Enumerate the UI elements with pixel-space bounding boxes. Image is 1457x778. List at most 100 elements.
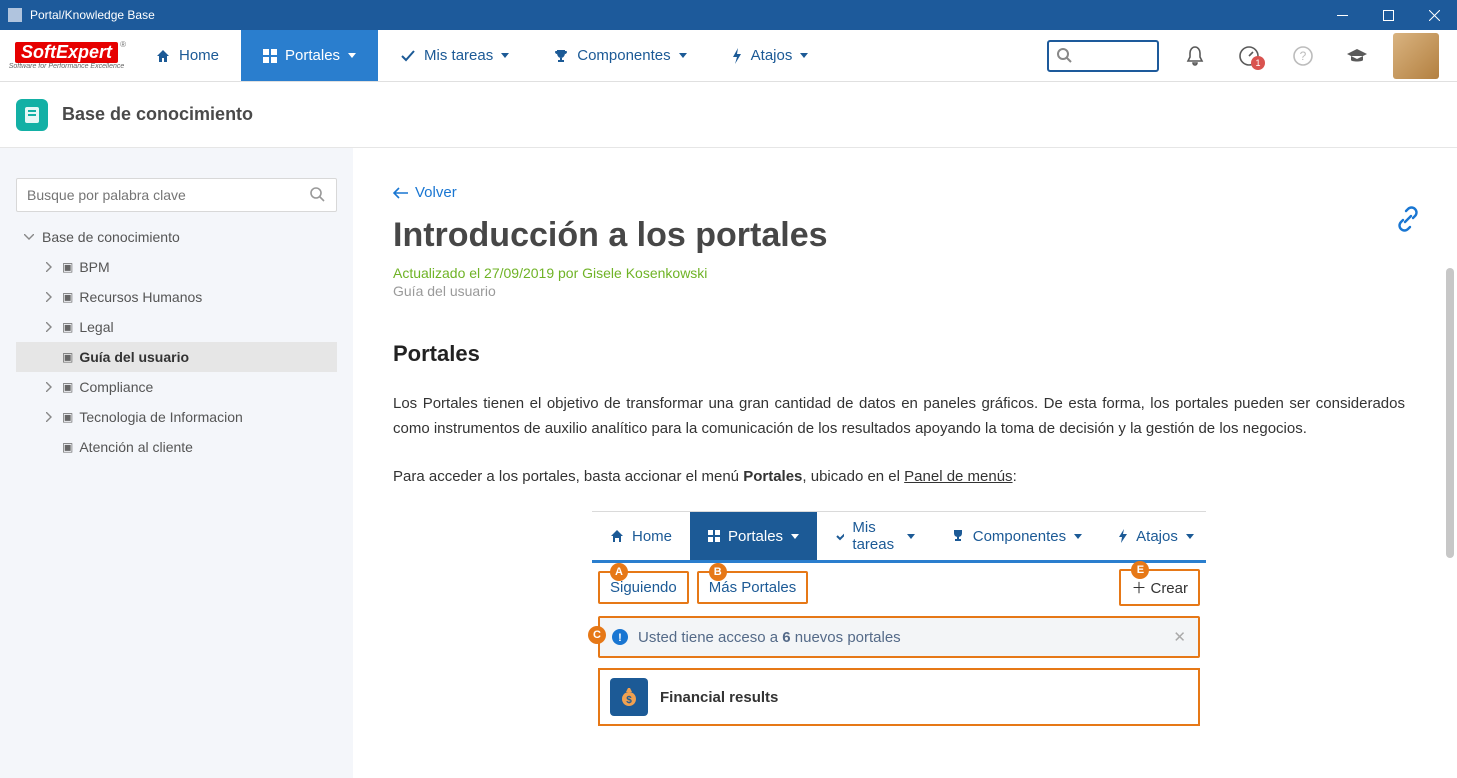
scrollbar-thumb[interactable]	[1446, 268, 1454, 558]
check-icon	[835, 530, 844, 542]
top-navigation: SoftExpert Software for Performance Exce…	[0, 30, 1457, 82]
academy-button[interactable]	[1339, 38, 1375, 74]
maximize-button[interactable]	[1365, 0, 1411, 30]
tree-item-guia-del-usuario[interactable]: ▣ Guía del usuario	[16, 342, 337, 372]
folder-icon: ▣	[62, 380, 73, 394]
titlebar-left: Portal/Knowledge Base	[8, 8, 155, 22]
app-icon	[8, 8, 22, 22]
nav-label: Componentes	[577, 47, 670, 64]
page-header: Base de conocimiento	[0, 82, 1457, 148]
nav-label: Home	[179, 47, 219, 64]
section-heading: Portales	[393, 341, 1405, 367]
timer-button[interactable]: 1	[1231, 38, 1267, 74]
emb-nav-atajos: Atajos	[1100, 512, 1212, 560]
tree-root-label: Base de conocimiento	[42, 229, 180, 245]
emb-tab-mas-portales: B Más Portales	[697, 571, 809, 604]
folder-icon: ▣	[62, 350, 73, 364]
callout-e: E	[1131, 561, 1149, 579]
graduation-icon	[1345, 47, 1369, 65]
tree-item-bpm[interactable]: ▣ BPM	[16, 252, 337, 282]
emb-tab-crear: E ＋Crear	[1119, 569, 1200, 606]
embedded-tabs: A Siguiendo B Más Portales E ＋Crear	[598, 569, 1200, 606]
notice-text: Usted tiene acceso a 6 nuevos portales	[638, 629, 901, 646]
window-controls	[1319, 0, 1457, 30]
close-button[interactable]	[1411, 0, 1457, 30]
sidebar-search-input[interactable]	[27, 187, 310, 203]
tree-item-recursos-humanos[interactable]: ▣ Recursos Humanos	[16, 282, 337, 312]
global-search[interactable]	[1047, 40, 1159, 72]
tree-item-label: BPM	[79, 259, 109, 275]
grid-icon	[263, 49, 277, 63]
close-icon: ✕	[1173, 628, 1186, 646]
caret-icon	[1074, 534, 1082, 539]
nav-home[interactable]: Home	[133, 30, 241, 81]
article-paragraph-1: Los Portales tienen el objetivo de trans…	[393, 391, 1405, 442]
sidebar-search[interactable]	[16, 178, 337, 212]
tree-item-atencion-cliente[interactable]: ▣ Atención al cliente	[16, 432, 337, 462]
help-button[interactable]: ?	[1285, 38, 1321, 74]
logo-subtitle: Software for Performance Excellence	[9, 63, 125, 70]
tree-item-legal[interactable]: ▣ Legal	[16, 312, 337, 342]
emb-tab-siguiendo: A Siguiendo	[598, 571, 689, 604]
nav-componentes[interactable]: Componentes	[531, 30, 708, 81]
tree-item-label: Guía del usuario	[79, 349, 189, 365]
user-avatar[interactable]	[1393, 33, 1439, 79]
emb-nav-mis-tareas: Mis tareas	[817, 512, 933, 560]
callout-c: C	[588, 626, 606, 644]
caret-icon	[907, 534, 915, 539]
nav-atajos[interactable]: Atajos	[709, 30, 831, 81]
article-category: Guía del usuario	[393, 283, 1405, 299]
folder-icon: ▣	[62, 440, 73, 454]
svg-text:!: !	[618, 632, 622, 644]
callout-b: B	[709, 563, 727, 581]
minimize-button[interactable]	[1319, 0, 1365, 30]
folder-icon: ▣	[62, 290, 73, 304]
bell-icon	[1185, 45, 1205, 67]
notifications-button[interactable]	[1177, 38, 1213, 74]
tree-item-label: Recursos Humanos	[79, 289, 202, 305]
embedded-nav: Home Portales Mis tareas Componen	[592, 512, 1206, 560]
logo-text: SoftExpert	[15, 42, 118, 63]
info-icon: !	[612, 629, 628, 645]
grid-icon	[708, 530, 720, 542]
embedded-notice: ! Usted tiene acceso a 6 nuevos portales…	[598, 616, 1200, 658]
nav-portales[interactable]: Portales	[241, 30, 378, 81]
article-updated: Actualizado el 27/09/2019 por Gisele Kos…	[393, 265, 1405, 281]
nav-label: Portales	[285, 47, 340, 64]
maximize-icon	[1383, 10, 1394, 21]
tree-item-label: Compliance	[79, 379, 153, 395]
knowledge-base-icon	[16, 99, 48, 131]
search-icon	[310, 187, 326, 203]
svg-text:$: $	[626, 695, 632, 706]
back-link[interactable]: Volver	[393, 184, 457, 201]
callout-a: A	[610, 563, 628, 581]
window-titlebar: Portal/Knowledge Base	[0, 0, 1457, 30]
embedded-screenshot: Home Portales Mis tareas Componen	[592, 511, 1206, 736]
emb-nav-home: Home	[592, 512, 690, 560]
chevron-right-icon	[42, 262, 56, 272]
sidebar: Base de conocimiento ▣ BPM ▣ Recursos Hu…	[0, 148, 353, 778]
emb-nav-portales: Portales	[690, 512, 817, 560]
nav-label: Atajos	[751, 47, 793, 64]
tree-root[interactable]: Base de conocimiento	[16, 222, 337, 252]
nav-label: Mis tareas	[424, 47, 493, 64]
chevron-right-icon	[42, 412, 56, 422]
nav-mis-tareas[interactable]: Mis tareas	[378, 30, 531, 81]
plus-icon: ＋	[1131, 580, 1146, 597]
link-icon	[1395, 206, 1421, 232]
chevron-down-icon	[22, 234, 36, 240]
folder-icon: ▣	[62, 260, 73, 274]
copy-link-button[interactable]	[1395, 206, 1421, 232]
tree-item-tecnologia[interactable]: ▣ Tecnologia de Informacion	[16, 402, 337, 432]
logo[interactable]: SoftExpert Software for Performance Exce…	[0, 30, 133, 81]
arrow-left-icon	[393, 187, 409, 199]
caret-icon	[1186, 534, 1194, 539]
back-label: Volver	[415, 184, 457, 201]
caret-icon	[348, 53, 356, 58]
bolt-icon	[1118, 529, 1128, 543]
tree-item-compliance[interactable]: ▣ Compliance	[16, 372, 337, 402]
tree: Base de conocimiento ▣ BPM ▣ Recursos Hu…	[16, 222, 337, 462]
svg-text:?: ?	[1300, 49, 1307, 63]
tree-item-label: Legal	[79, 319, 113, 335]
embedded-notice-wrap: C ! Usted tiene acceso a 6 nuevos portal…	[598, 616, 1200, 658]
